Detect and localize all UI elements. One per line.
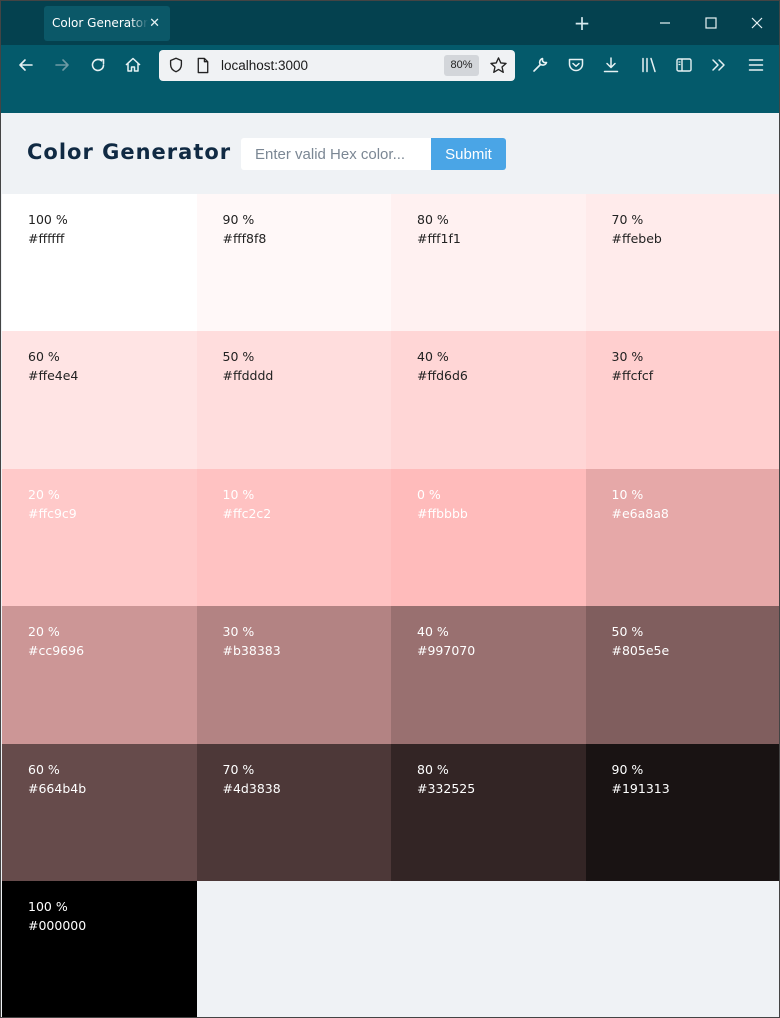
color-swatch[interactable]: 100 % #000000 — [2, 880, 197, 1017]
color-swatch[interactable]: 40 % #997070 — [391, 606, 586, 744]
swatch-hex: #332525 — [417, 780, 476, 796]
chevrons-right-icon[interactable] — [709, 55, 729, 75]
library-icon[interactable] — [639, 55, 659, 75]
app-header: Color Generator Submit — [1, 113, 779, 194]
color-swatch[interactable]: 60 % #ffe4e4 — [2, 331, 197, 469]
wrench-icon[interactable] — [530, 55, 550, 75]
color-swatch[interactable]: 10 % #e6a8a8 — [585, 468, 779, 607]
swatch-hex: #191313 — [611, 780, 670, 796]
hamburger-menu-icon[interactable] — [746, 55, 766, 75]
swatch-hex: #ffcfcf — [611, 368, 654, 384]
color-swatch[interactable]: 90 % #fff8f8 — [196, 194, 391, 332]
hex-color-input[interactable] — [241, 138, 431, 170]
title-bar: Color Generator S ✕ + — [1, 1, 779, 45]
tab-color-generator[interactable]: Color Generator S ✕ — [44, 6, 170, 41]
color-swatch[interactable]: 0 % #ffbbbb — [391, 468, 586, 607]
swatch-percent: 50 % — [222, 349, 255, 365]
swatch-percent: 80 % — [417, 761, 449, 777]
swatch-hex: #805e5e — [611, 643, 670, 659]
pocket-icon[interactable] — [566, 55, 586, 75]
page-icon[interactable] — [195, 57, 211, 74]
swatch-percent: 100 % — [28, 898, 68, 914]
color-swatch[interactable]: 40 % #ffd6d6 — [391, 331, 586, 469]
download-icon[interactable] — [601, 55, 621, 75]
swatch-hex: #ffdddd — [222, 368, 274, 384]
color-swatch[interactable]: 100 % #ffffff — [2, 194, 197, 332]
address-bar[interactable]: localhost:3000 80% — [159, 50, 515, 81]
tab-title: Color Generator S — [52, 16, 148, 30]
swatch-percent: 10 % — [611, 486, 644, 502]
close-window-icon[interactable] — [747, 13, 767, 33]
swatch-percent: 70 % — [611, 212, 644, 227]
page-title: Color Generator — [27, 140, 232, 164]
swatch-hex: #e6a8a8 — [611, 505, 669, 521]
swatch-hex: #ffebeb — [611, 231, 662, 246]
color-swatch[interactable]: 80 % #fff1f1 — [391, 194, 586, 332]
color-swatch[interactable]: 20 % #cc9696 — [2, 606, 197, 744]
maximize-icon[interactable] — [701, 13, 721, 33]
color-swatch[interactable]: 90 % #191313 — [585, 743, 779, 881]
color-swatch[interactable]: 10 % #ffc2c2 — [196, 468, 391, 607]
swatch-percent: 90 % — [222, 212, 255, 227]
submit-button[interactable]: Submit — [431, 138, 506, 170]
color-swatch[interactable]: 50 % #805e5e — [585, 606, 779, 744]
swatch-hex: #fff1f1 — [417, 231, 461, 246]
sidebar-icon[interactable] — [674, 55, 694, 75]
minimize-icon[interactable] — [655, 13, 675, 33]
swatch-hex: #b38383 — [222, 643, 281, 659]
swatch-percent: 50 % — [611, 624, 644, 640]
color-swatch[interactable]: 20 % #ffc9c9 — [2, 468, 197, 607]
reload-icon[interactable] — [88, 55, 108, 75]
swatch-percent: 80 % — [417, 212, 449, 227]
swatch-hex: #664b4b — [28, 780, 87, 796]
swatch-percent: 60 % — [28, 349, 60, 365]
url-text[interactable]: localhost:3000 — [221, 50, 308, 81]
swatch-hex: #4d3838 — [222, 780, 281, 796]
tab-close-icon[interactable]: ✕ — [149, 6, 160, 41]
swatch-percent: 40 % — [417, 349, 449, 365]
color-swatch[interactable]: 30 % #ffcfcf — [585, 331, 779, 469]
swatch-percent: 20 % — [28, 486, 60, 502]
color-swatch[interactable]: 80 % #332525 — [391, 743, 586, 881]
swatch-percent: 70 % — [222, 761, 255, 777]
page-content: Color Generator Submit 100 % #ffffff 90 % #… — [1, 113, 779, 1017]
color-swatch[interactable]: 30 % #b38383 — [196, 606, 391, 744]
color-swatch[interactable]: 50 % #ffdddd — [196, 331, 391, 469]
arrow-right-icon[interactable] — [52, 55, 72, 75]
color-swatch[interactable]: 70 % #ffebeb — [585, 194, 779, 332]
swatch-hex: #997070 — [417, 643, 476, 659]
new-tab-button[interactable]: + — [572, 11, 592, 35]
swatch-percent: 30 % — [611, 349, 644, 365]
swatch-hex: #ffc9c9 — [28, 505, 77, 521]
swatch-hex: #ffffff — [28, 231, 65, 246]
swatch-hex: #000000 — [28, 917, 87, 933]
swatch-hex: #fff8f8 — [222, 231, 267, 246]
swatch-percent: 60 % — [28, 761, 60, 777]
shield-icon[interactable] — [167, 56, 185, 74]
browser-toolbar: localhost:3000 80% — [1, 45, 779, 113]
swatch-hex: #ffc2c2 — [222, 505, 272, 521]
swatch-percent: 20 % — [28, 624, 60, 640]
swatch-hex: #ffe4e4 — [28, 368, 79, 384]
color-swatch-grid: 100 % #ffffff 90 % #fff8f8 80 % #fff1f1 70 % #f… — [2, 194, 779, 1017]
arrow-left-icon[interactable] — [16, 55, 36, 75]
color-swatch[interactable]: 70 % #4d3838 — [196, 743, 391, 881]
swatch-percent: 40 % — [417, 624, 449, 640]
swatch-percent: 90 % — [611, 761, 644, 777]
home-icon[interactable] — [123, 55, 143, 75]
zoom-level-badge[interactable]: 80% — [444, 55, 479, 76]
swatch-hex: #ffbbbb — [417, 505, 468, 521]
browser-window: Color Generator S ✕ + — [0, 0, 780, 1018]
color-swatch[interactable]: 60 % #664b4b — [2, 743, 197, 881]
swatch-hex: #ffd6d6 — [417, 368, 468, 384]
hex-color-form: Submit — [241, 138, 506, 170]
star-icon[interactable] — [489, 56, 508, 75]
swatch-percent: 30 % — [222, 624, 255, 640]
swatch-percent: 100 % — [28, 212, 68, 227]
swatch-percent: 10 % — [222, 486, 255, 502]
swatch-hex: #cc9696 — [28, 643, 85, 659]
swatch-percent: 0 % — [417, 486, 441, 502]
